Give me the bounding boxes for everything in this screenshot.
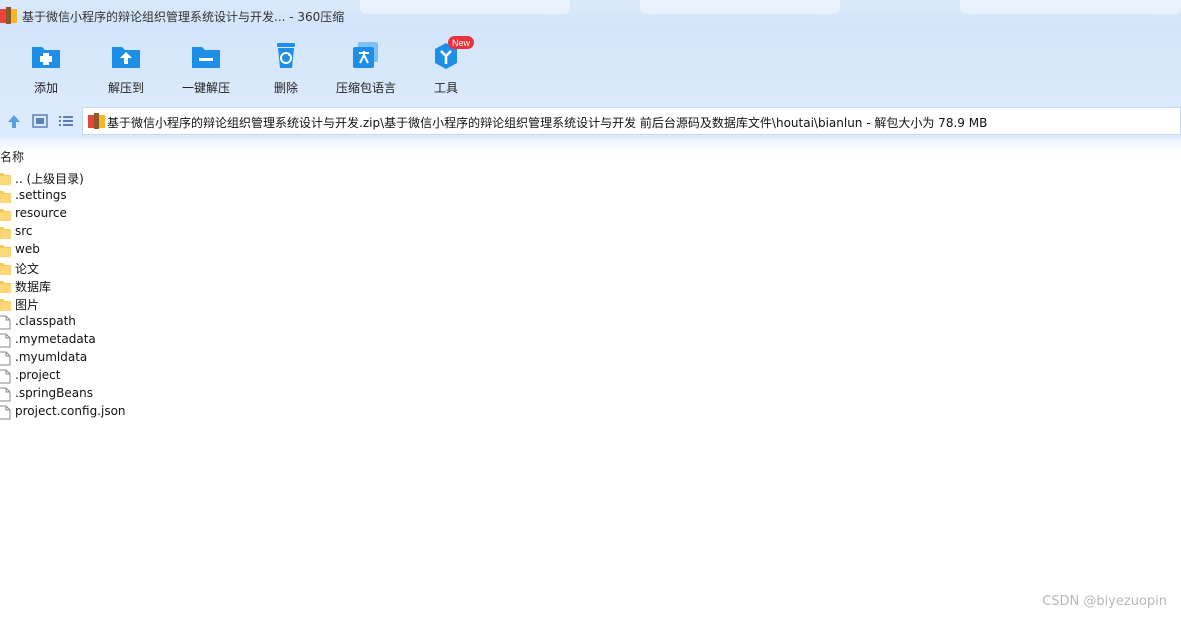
list-item-name: src — [15, 224, 33, 238]
list-item-name: 论文 — [15, 262, 40, 276]
list-item[interactable]: .project — [0, 367, 600, 385]
file-icon — [0, 405, 11, 420]
folder-icon — [0, 173, 11, 185]
folder-icon — [0, 245, 11, 257]
folder-icon — [0, 263, 11, 275]
archive-app-icon — [0, 7, 17, 24]
list-item-name: .mymetadata — [15, 332, 96, 346]
add-button[interactable]: 添加 — [8, 38, 84, 100]
one-click-extract-button[interactable]: 一键解压 — [168, 38, 244, 100]
extract-to-icon — [112, 47, 140, 68]
title-bar: 基于微信小程序的辩论组织管理系统设计与开发... - 360压缩 — [0, 0, 1181, 32]
list-item[interactable]: .myumldata — [0, 349, 600, 367]
folder-icon — [0, 209, 11, 221]
title-glow — [960, 0, 1181, 14]
column-header-name[interactable]: 名称 — [0, 148, 24, 165]
folder-icon — [0, 227, 11, 239]
list-item-name: project.config.json — [15, 404, 126, 418]
list-item[interactable]: resource — [0, 205, 600, 223]
file-icon — [0, 333, 11, 348]
list-item-name: .settings — [15, 188, 67, 202]
list-item[interactable]: project.config.json — [0, 403, 600, 421]
folder-icon — [0, 281, 11, 293]
list-item[interactable]: .mymetadata — [0, 331, 600, 349]
one-click-extract-label: 一键解压 — [181, 81, 230, 95]
archive-language-button[interactable]: 压缩包语言 — [328, 38, 404, 100]
delete-label: 删除 — [273, 81, 298, 95]
add-button-label: 添加 — [33, 81, 58, 95]
list-item[interactable]: src — [0, 223, 600, 241]
list-item-name: web — [15, 242, 40, 256]
up-arrow-icon[interactable] — [5, 112, 23, 130]
list-item-name: .project — [15, 368, 61, 382]
file-icon — [0, 315, 11, 330]
file-icon — [0, 387, 11, 402]
address-field[interactable]: 基于微信小程序的辩论组织管理系统设计与开发.zip\基于微信小程序的辩论组织管理… — [82, 107, 1181, 135]
list-item-name: resource — [15, 206, 67, 220]
one-click-extract-icon — [192, 47, 220, 68]
window-title: 基于微信小程序的辩论组织管理系统设计与开发... - 360压缩 — [22, 10, 345, 24]
zip-archive-icon — [88, 113, 105, 129]
list-item-name: .myumldata — [15, 350, 88, 364]
header-separator — [0, 138, 1181, 150]
folder-icon — [0, 191, 11, 203]
archive-language-label: 压缩包语言 — [335, 81, 396, 95]
new-badge: New — [448, 36, 474, 49]
address-path: 基于微信小程序的辩论组织管理系统设计与开发.zip\基于微信小程序的辩论组织管理… — [107, 116, 988, 130]
add-folder-icon — [32, 47, 60, 68]
file-icon — [0, 369, 11, 384]
file-list: .. (上级目录) .settings resource src web 论文数据库图片.… — [0, 169, 600, 421]
list-item[interactable]: 论文 — [0, 259, 600, 277]
title-glow — [360, 0, 570, 14]
folder-icon — [0, 299, 11, 311]
extract-to-label: 解压到 — [107, 81, 144, 95]
list-item[interactable]: 数据库 — [0, 277, 600, 295]
list-item[interactable]: 图片 — [0, 295, 600, 313]
list-item-name: 图片 — [15, 298, 40, 312]
delete-button[interactable]: 删除 — [248, 38, 324, 100]
list-view-icon[interactable] — [57, 112, 75, 130]
list-item-name: .classpath — [15, 314, 76, 328]
list-item-name: .. (上级目录) — [15, 172, 84, 186]
title-glow — [640, 0, 840, 14]
address-bar: 基于微信小程序的辩论组织管理系统设计与开发.zip\基于微信小程序的辩论组织管理… — [0, 104, 1181, 138]
archive-language-icon — [353, 42, 378, 68]
new-badge-text: New — [452, 38, 471, 48]
extract-to-button[interactable]: 解压到 — [88, 38, 164, 100]
list-item[interactable]: web — [0, 241, 600, 259]
list-item-name: 数据库 — [15, 280, 52, 294]
toolbar: 添加 解压到 一键解压 删除 压缩包语言 New 工具 — [0, 32, 1181, 104]
tools-label: 工具 — [433, 81, 458, 95]
file-icon — [0, 351, 11, 366]
watermark: CSDN @biyezuopin — [1042, 594, 1167, 609]
recycle-bin-icon — [277, 43, 295, 68]
list-item[interactable]: .settings — [0, 187, 600, 205]
list-item[interactable]: .. (上级目录) — [0, 169, 600, 187]
thumbnail-view-icon[interactable] — [31, 112, 49, 130]
list-item-name: .springBeans — [15, 386, 93, 400]
list-item[interactable]: .springBeans — [0, 385, 600, 403]
tools-button[interactable]: New 工具 — [408, 36, 484, 100]
list-item[interactable]: .classpath — [0, 313, 600, 331]
